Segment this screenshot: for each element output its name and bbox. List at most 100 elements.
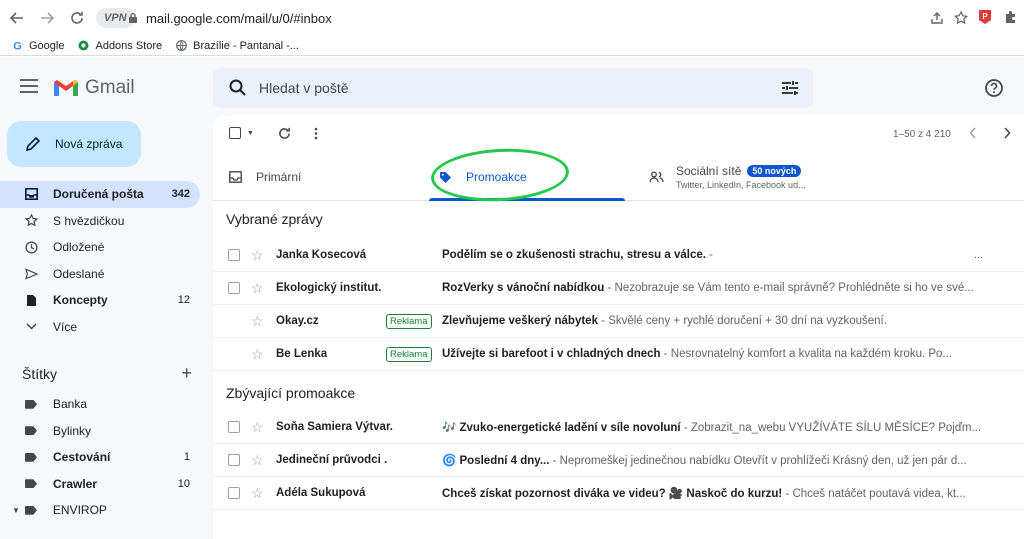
tab-social[interactable]: Sociální sítě 50 nových Twitter, LinkedI… <box>649 153 806 201</box>
select-all-checkbox[interactable]: ▼ <box>229 127 254 139</box>
chevron-down-icon <box>24 320 38 334</box>
email-row[interactable]: ☆ Be Lenka Reklama Užívejte si barefoot … <box>213 338 1024 371</box>
sidebar-item-label: Crawler <box>53 476 98 491</box>
sidebar-label-banka[interactable]: Banka <box>0 391 200 418</box>
people-icon <box>649 171 664 183</box>
pinterest-extension-icon[interactable]: P <box>976 8 994 26</box>
gmail-logo-text: Gmail <box>85 77 135 98</box>
search-icon[interactable] <box>229 79 247 97</box>
google-g-icon: G <box>13 41 22 52</box>
chevron-left-icon <box>969 127 976 139</box>
star-toggle-icon[interactable]: ☆ <box>251 280 264 297</box>
globe-icon <box>176 40 188 51</box>
add-label-button[interactable]: + <box>181 363 192 384</box>
sidebar-item-snoozed[interactable]: Odložené <box>0 234 200 261</box>
bookmark-brazilie[interactable]: Brazílie - Pantanal -... <box>176 40 299 52</box>
tab-sublabel: Twitter, LinkedIn, Facebook ud... <box>676 180 806 190</box>
message-preview: Zlevňujeme veškerý nábytek - Skvělé ceny… <box>442 315 887 327</box>
row-checkbox[interactable] <box>228 421 240 433</box>
star-toggle-icon[interactable]: ☆ <box>251 485 264 502</box>
sidebar-item-label: Doručená pošta <box>53 187 144 202</box>
sidebar-item-inbox[interactable]: Doručená pošta 342 <box>0 181 200 208</box>
row-checkbox[interactable] <box>228 249 240 261</box>
star-toggle-icon[interactable]: ☆ <box>251 419 264 436</box>
star-toggle-icon[interactable]: ☆ <box>251 247 264 264</box>
label-count: 1 <box>183 451 190 464</box>
gmail-logo[interactable]: Gmail <box>53 77 135 99</box>
compose-label: Nová zpráva <box>55 137 123 151</box>
next-page-button[interactable] <box>1003 127 1011 139</box>
refresh-button[interactable] <box>278 127 291 140</box>
sidebar-item-more[interactable]: Více <box>0 314 200 341</box>
search-input[interactable] <box>259 68 759 108</box>
share-icon[interactable] <box>930 11 944 25</box>
message-preview: Podělím se o zkušenosti strachu, stresu … <box>442 249 713 261</box>
bookmark-google[interactable]: G Google <box>12 40 64 52</box>
email-row[interactable]: ☆ Soňa Samiera Výtvar. 🎶 Zvuko-energetic… <box>213 411 1024 444</box>
sidebar-label-bylinky[interactable]: Bylinky <box>0 418 200 445</box>
star-toggle-icon[interactable]: ☆ <box>251 346 264 363</box>
prev-page-button[interactable] <box>969 127 977 139</box>
star-toggle-icon[interactable]: ☆ <box>251 313 264 330</box>
addons-store-icon <box>78 40 89 51</box>
row-checkbox[interactable] <box>228 454 240 466</box>
svg-text:P: P <box>982 12 988 21</box>
more-vertical-icon <box>314 127 318 140</box>
more-actions-button[interactable] <box>314 127 318 140</box>
email-row[interactable]: ☆ Ekologický institut. RozVerky s vánočn… <box>213 272 1024 305</box>
drafts-count: 12 <box>177 294 190 307</box>
sender-name: Jedineční průvodci . <box>276 454 388 466</box>
select-dropdown-icon[interactable]: ▼ <box>247 130 254 137</box>
expand-arrow-icon[interactable]: ▼ <box>12 506 20 515</box>
address-bar[interactable]: mail.google.com/mail/u/0/#inbox <box>128 7 968 29</box>
sidebar-item-label: Odeslané <box>53 266 105 281</box>
reload-icon <box>71 12 83 24</box>
sidebar-label-envirop[interactable]: ▼ ENVIROP <box>0 497 200 524</box>
star-bookmark-icon[interactable] <box>954 11 968 25</box>
email-row[interactable]: ☆ Adéla Sukupová Chceš získat pozornost … <box>213 477 1024 510</box>
message-preview: 🌀 Poslední 4 dny... - Nepromeškej jedine… <box>442 455 967 467</box>
sidebar-item-drafts[interactable]: Koncepty 12 <box>0 287 200 314</box>
new-count-badge: 50 nových <box>747 165 802 177</box>
sidebar-label-cestovani[interactable]: Cestování 1 <box>0 444 200 471</box>
sidebar-label-crawler[interactable]: Crawler 10 <box>0 471 200 498</box>
star-toggle-icon[interactable]: ☆ <box>251 452 264 469</box>
sidebar-item-sent[interactable]: Odeslané <box>0 261 200 288</box>
sidebar-item-label: Bylinky <box>53 423 92 438</box>
gmail-m-icon <box>54 80 78 96</box>
sender-name: Ekologický institut. <box>276 282 382 294</box>
gmail-app: Gmail Nová zpráva Doručená pošta 342 S h… <box>0 57 1024 539</box>
chevron-right-icon <box>1004 127 1011 139</box>
gmail-header: Gmail <box>0 57 1024 119</box>
row-checkbox[interactable] <box>228 487 240 499</box>
puzzle-extension-icon[interactable] <box>1002 8 1020 26</box>
sidebar-item-starred[interactable]: S hvězdičkou <box>0 208 200 235</box>
sidebar-item-label: Banka <box>53 397 88 412</box>
email-row[interactable]: ☆ Jedineční průvodci . 🌀 Poslední 4 dny.… <box>213 444 1024 477</box>
send-icon <box>24 267 38 281</box>
arrow-right-icon <box>41 12 54 24</box>
search-options-icon[interactable] <box>781 79 799 97</box>
help-icon[interactable] <box>984 78 1004 98</box>
email-row[interactable]: ☆ Janka Kosecová Podělím se o zkušenosti… <box>213 239 1024 272</box>
category-tabs: Primární Promoakce Sociální sítě 50 nový… <box>213 153 1024 201</box>
sidebar-item-label: Cestování <box>53 450 111 465</box>
message-preview: RozVerky s vánoční nabídkou - Nezobrazuj… <box>442 282 974 294</box>
row-checkbox[interactable] <box>228 282 240 294</box>
url-text: mail.google.com/mail/u/0/#inbox <box>146 10 332 26</box>
reload-button[interactable] <box>64 5 90 31</box>
draft-icon <box>24 293 38 307</box>
forward-button[interactable] <box>34 5 60 31</box>
compose-button[interactable]: Nová zpráva <box>7 121 141 167</box>
tab-primary[interactable]: Primární <box>229 153 301 201</box>
email-row[interactable]: ☆ Okay.cz Reklama Zlevňujeme veškerý náb… <box>213 305 1024 338</box>
main-menu-icon[interactable] <box>20 79 38 93</box>
back-button[interactable] <box>4 5 30 31</box>
label-icon <box>24 424 38 438</box>
row-more-icon[interactable]: ... <box>974 249 983 261</box>
search-bar[interactable] <box>213 68 813 108</box>
bookmark-addons-store[interactable]: Addons Store <box>78 40 162 52</box>
tab-label: Primární <box>256 170 302 184</box>
mail-list-panel: ▼ 1–50 z 4 210 Primární Promoakce Sociál… <box>213 115 1024 539</box>
ad-badge: Reklama <box>386 313 432 329</box>
